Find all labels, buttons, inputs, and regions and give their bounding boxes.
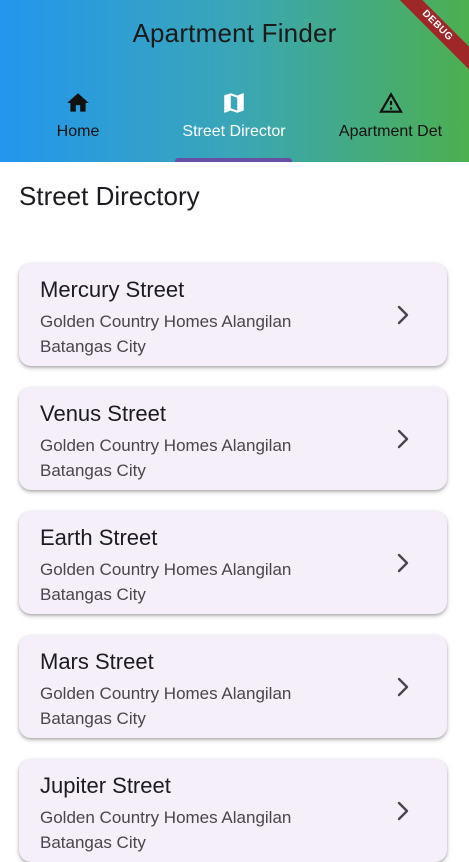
- street-address: Golden Country Homes Alangilan Batangas …: [40, 312, 292, 356]
- street-address: Golden Country Homes Alangilan Batangas …: [40, 436, 292, 480]
- app-title: Apartment Finder: [132, 18, 337, 48]
- street-card[interactable]: Venus Street Golden Country Homes Alangi…: [19, 387, 447, 490]
- chevron-right-icon: [397, 677, 409, 697]
- chevron-right-icon: [397, 553, 409, 573]
- street-address: Golden Country Homes Alangilan Batangas …: [40, 684, 292, 728]
- street-card[interactable]: Mars Street Golden Country Homes Alangil…: [19, 635, 447, 738]
- street-card[interactable]: Earth Street Golden Country Homes Alangi…: [19, 511, 447, 614]
- street-card[interactable]: Jupiter Street Golden Country Homes Alan…: [19, 759, 447, 862]
- tab-apartment-details[interactable]: Apartment Det: [312, 86, 469, 162]
- tab-home-label: Home: [56, 123, 100, 140]
- street-name: Mercury Street: [40, 277, 185, 302]
- map-icon: [156, 90, 312, 116]
- chevron-right-icon: [397, 305, 409, 325]
- tab-indicator: [175, 158, 292, 162]
- tab-street-directory[interactable]: Street Director: [156, 86, 312, 162]
- home-icon: [0, 90, 156, 116]
- street-name: Jupiter Street: [40, 773, 171, 798]
- tab-apartment-details-label: Apartment Det: [338, 123, 443, 140]
- tab-bar: Home Street Director Apartment Det: [0, 86, 469, 162]
- app-bar: Apartment Finder Home Street Director Ap…: [0, 0, 469, 162]
- chevron-right-icon: [397, 429, 409, 449]
- street-address: Golden Country Homes Alangilan Batangas …: [40, 808, 292, 852]
- tab-street-directory-label: Street Director: [182, 123, 286, 140]
- page-title: Street Directory: [19, 181, 200, 211]
- street-name: Mars Street: [40, 649, 154, 674]
- chevron-right-icon: [397, 801, 409, 821]
- warning-icon: [312, 90, 469, 116]
- street-card[interactable]: Mercury Street Golden Country Homes Alan…: [19, 263, 447, 366]
- street-name: Earth Street: [40, 525, 158, 550]
- street-address: Golden Country Homes Alangilan Batangas …: [40, 560, 292, 604]
- street-name: Venus Street: [40, 401, 166, 426]
- tab-home[interactable]: Home: [0, 86, 156, 162]
